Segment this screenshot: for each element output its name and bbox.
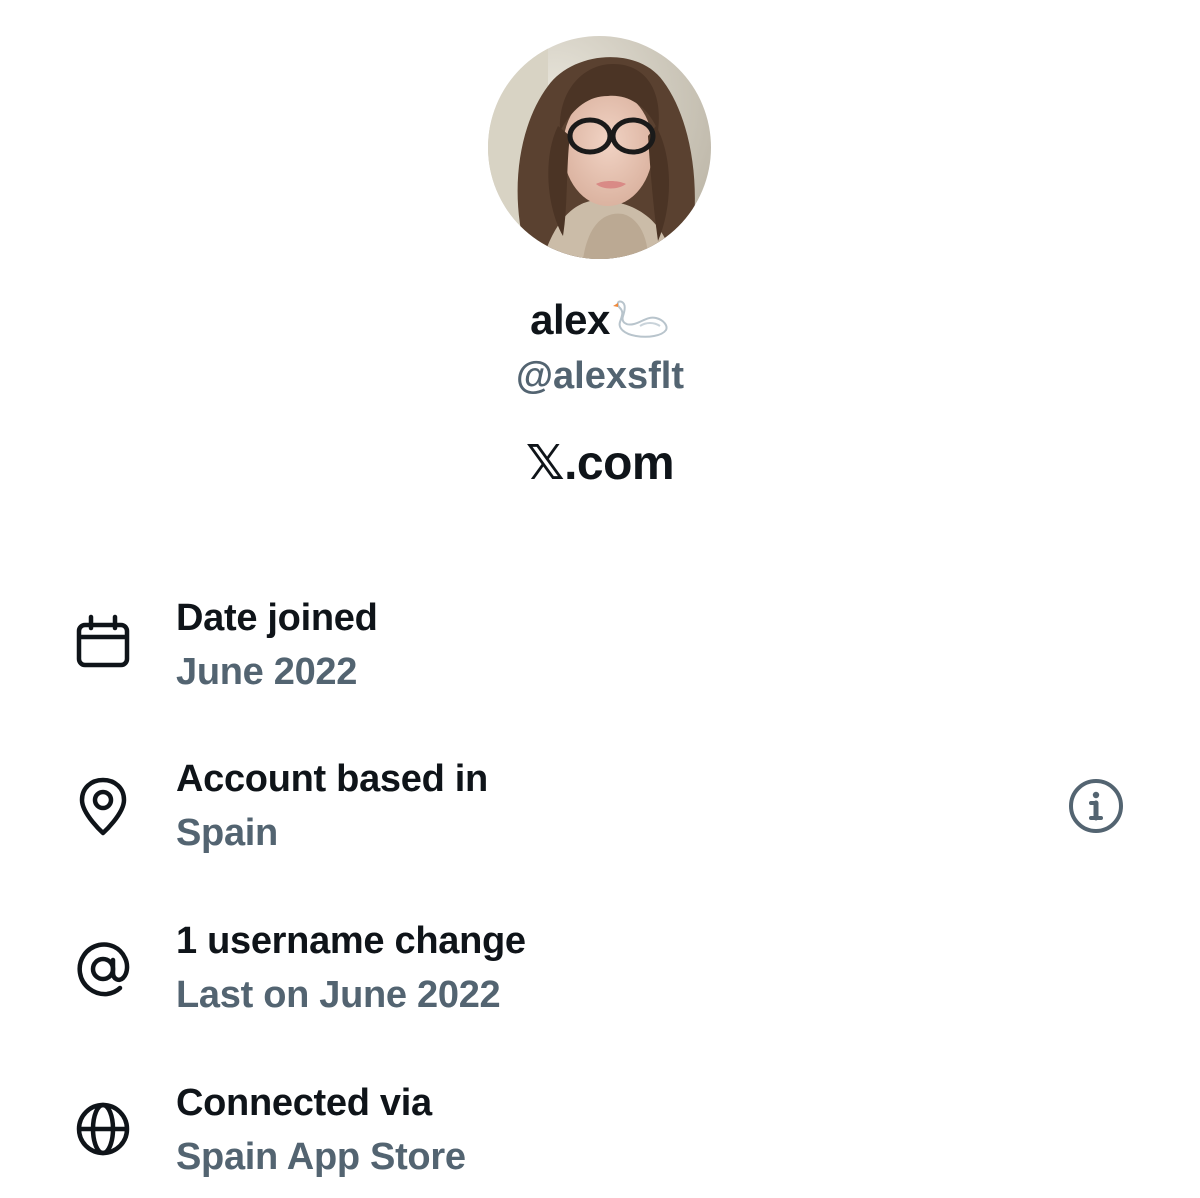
detail-title: Connected via bbox=[176, 1082, 432, 1124]
detail-value: Spain App Store bbox=[176, 1136, 466, 1178]
display-name: alex bbox=[530, 296, 610, 343]
detail-value: Last on June 2022 bbox=[176, 974, 501, 1016]
info-icon bbox=[1069, 779, 1123, 833]
detail-row-username-change: 1 username change Last on June 2022 bbox=[0, 916, 1200, 1026]
location-pin-icon bbox=[72, 776, 134, 838]
username-handle: @alexsflt bbox=[515, 355, 684, 397]
at-sign-icon bbox=[72, 938, 134, 1000]
display-name-row: alex bbox=[0, 292, 1200, 354]
swan-emoji-icon bbox=[612, 298, 670, 354]
detail-row-date-joined: Date joined June 2022 bbox=[0, 593, 1200, 703]
platform-label: 𝕏.com bbox=[525, 437, 675, 490]
detail-value: June 2022 bbox=[176, 651, 358, 693]
info-icon-button[interactable] bbox=[1066, 776, 1126, 836]
detail-row-account-based-in: Account based in Spain bbox=[0, 754, 1200, 864]
profile-avatar[interactable] bbox=[488, 36, 711, 259]
detail-row-connected-via: Connected via Spain App Store bbox=[0, 1078, 1200, 1188]
detail-value: Spain bbox=[176, 812, 278, 854]
detail-title: Account based in bbox=[176, 758, 488, 800]
detail-title: Date joined bbox=[176, 597, 378, 639]
globe-icon bbox=[72, 1098, 134, 1160]
calendar-icon bbox=[72, 611, 134, 673]
detail-title: 1 username change bbox=[176, 920, 526, 962]
